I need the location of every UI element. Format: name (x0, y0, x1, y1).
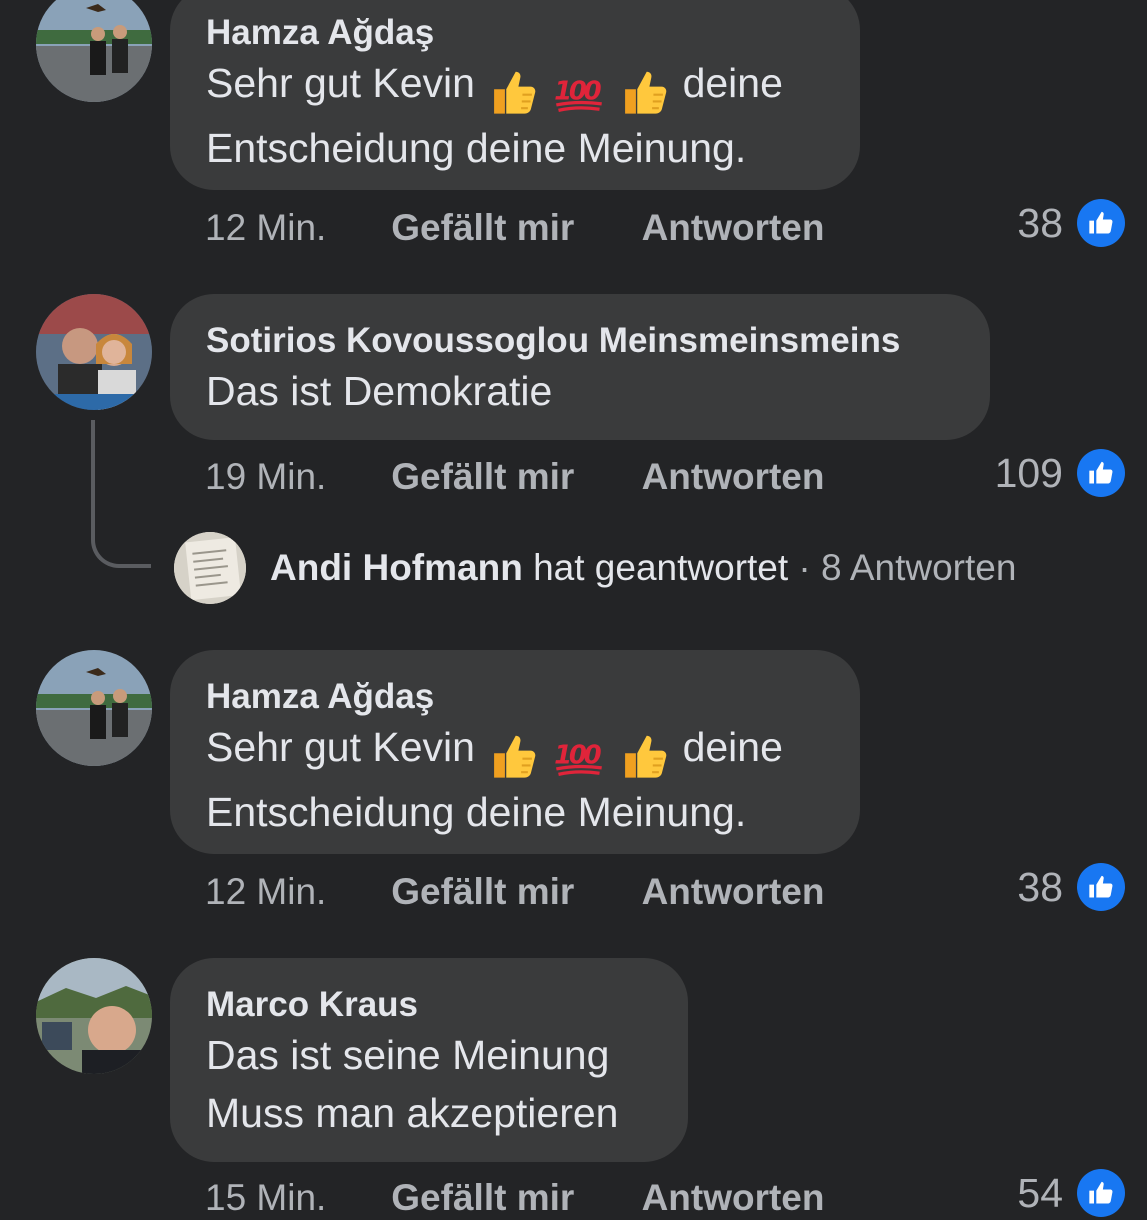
like-button[interactable]: Gefällt mir (391, 870, 631, 914)
comment-author[interactable]: Hamza Ağdaş (206, 12, 824, 54)
comment-timestamp[interactable]: 12 Min. (205, 206, 381, 250)
reaction-summary[interactable]: 54 (1017, 1168, 1125, 1218)
comment-bubble: Hamza Ağdaş Sehr gut Kevin deine Entsche… (170, 0, 860, 190)
comment-text-line: Das ist seine Meinung (206, 1032, 610, 1078)
comment-bubble: Hamza Ağdaş Sehr gut Kevin deine Entsche… (170, 650, 860, 854)
reply-button[interactable]: Antworten (642, 870, 825, 914)
comment-author[interactable]: Hamza Ağdaş (206, 676, 824, 718)
comment-text-line: Das ist Demokratie (206, 368, 553, 414)
comment-text-line: Entscheidung deine Meinung. (206, 125, 747, 172)
comment-author[interactable]: Marco Kraus (206, 984, 652, 1026)
thumbs-up-icon (486, 729, 540, 783)
emoji-group (486, 60, 671, 119)
hundred-points-icon (552, 732, 606, 780)
comment-text-suffix: deine (682, 724, 783, 770)
reply-action-text: hat geantwortet (522, 547, 789, 588)
thumbs-up-icon (617, 65, 671, 119)
reply-avatar (174, 532, 246, 604)
comment-actions: 12 Min. Gefällt mir Antworten (205, 206, 825, 250)
avatar-photo-icon (36, 958, 152, 1074)
comment-text-line: Sehr gut Kevin deine (206, 54, 824, 119)
reply-count: · 8 Antworten (788, 547, 1017, 588)
comment-timestamp[interactable]: 15 Min. (205, 1176, 381, 1220)
like-button[interactable]: Gefällt mir (391, 1176, 631, 1220)
reply-button[interactable]: Antworten (642, 206, 825, 250)
avatar[interactable] (36, 958, 152, 1074)
hundred-points-icon (552, 68, 606, 116)
reaction-summary[interactable]: 38 (1017, 862, 1125, 912)
comment-timestamp[interactable]: 12 Min. (205, 870, 381, 914)
like-reaction-icon (1077, 1169, 1125, 1217)
reaction-count: 38 (1017, 199, 1063, 246)
thumbs-up-icon (1087, 873, 1115, 901)
like-button[interactable]: Gefällt mir (391, 206, 631, 250)
avatar[interactable] (36, 294, 152, 410)
thumbs-up-icon (617, 729, 671, 783)
reaction-summary[interactable]: 109 (995, 448, 1125, 498)
avatar[interactable] (36, 0, 152, 102)
reaction-count: 109 (994, 449, 1063, 496)
comment-text-line: Sehr gut Kevin deine (206, 718, 824, 783)
avatar-photo-icon (36, 650, 152, 766)
comment-actions: 12 Min. Gefällt mir Antworten (205, 870, 825, 914)
thumbs-up-icon (486, 65, 540, 119)
comment-text-prefix: Sehr gut Kevin (206, 724, 475, 770)
comment-text-prefix: Sehr gut Kevin (206, 60, 475, 106)
comment-timestamp[interactable]: 19 Min. (205, 455, 381, 499)
reaction-count: 38 (1017, 863, 1063, 910)
comment-actions: 19 Min. Gefällt mir Antworten (205, 455, 825, 499)
reply-author: Andi Hofmann (270, 547, 523, 588)
avatar-photo-icon (36, 0, 152, 102)
avatar[interactable] (36, 650, 152, 766)
like-reaction-icon (1077, 863, 1125, 911)
thumbs-up-icon (1087, 459, 1115, 487)
avatar-photo-icon (174, 532, 246, 604)
reply-button[interactable]: Antworten (642, 455, 825, 499)
reaction-summary[interactable]: 38 (1017, 198, 1125, 248)
thumbs-up-icon (1087, 209, 1115, 237)
comment-actions: 15 Min. Gefällt mir Antworten (205, 1176, 825, 1220)
comment-bubble: Sotirios Kovoussoglou Meinsmeinsmeins Da… (170, 294, 990, 440)
like-reaction-icon (1077, 449, 1125, 497)
reply-button[interactable]: Antworten (642, 1176, 825, 1220)
avatar-photo-icon (36, 294, 152, 410)
comment-author[interactable]: Sotirios Kovoussoglou Meinsmeinsmeins (206, 320, 954, 362)
thread-connector (91, 420, 151, 568)
reaction-count: 54 (1017, 1169, 1063, 1216)
comment-text-line: Entscheidung deine Meinung. (206, 789, 747, 836)
like-button[interactable]: Gefällt mir (391, 455, 631, 499)
comment-text-suffix: deine (682, 60, 783, 106)
comment-text-line: Muss man akzeptieren (206, 1090, 619, 1136)
like-reaction-icon (1077, 199, 1125, 247)
comment-bubble: Marco Kraus Das ist seine Meinung Muss m… (170, 958, 688, 1162)
view-replies-link[interactable]: Andi Hofmann hat geantwortet · 8 Antwort… (174, 532, 1016, 604)
emoji-group (486, 724, 671, 783)
thumbs-up-icon (1087, 1179, 1115, 1207)
